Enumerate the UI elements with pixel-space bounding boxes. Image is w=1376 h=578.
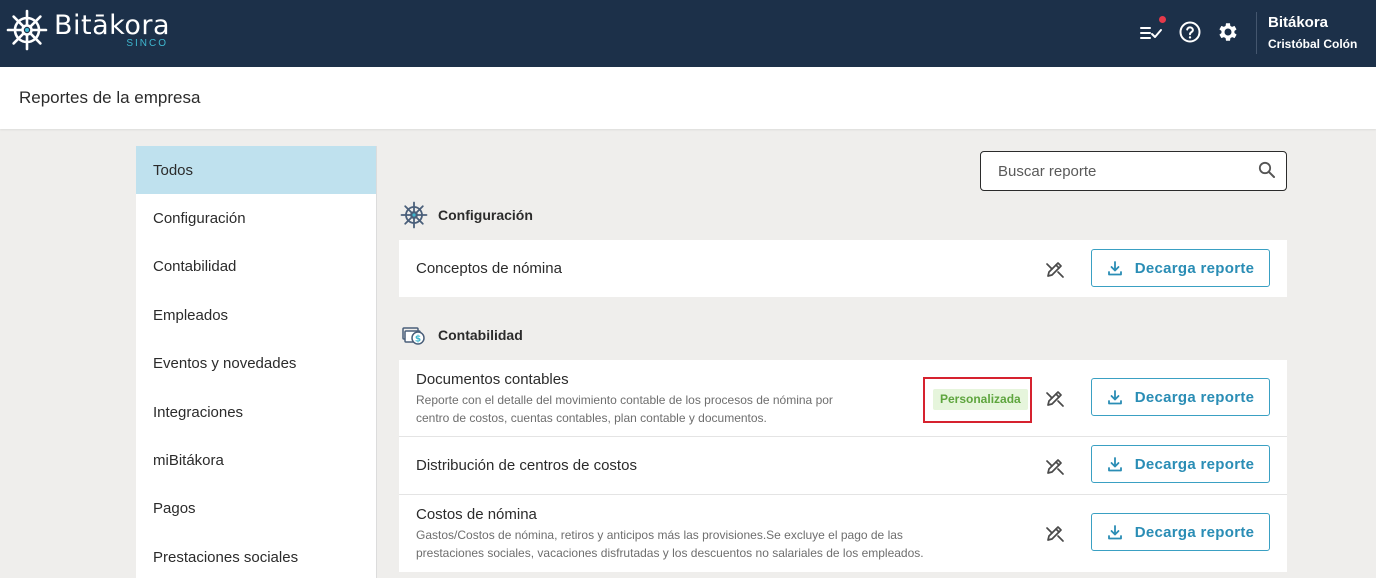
sidebar-item-todos[interactable]: Todos bbox=[136, 146, 376, 195]
download-report-button[interactable]: Decarga reporte bbox=[1091, 445, 1270, 483]
sidebar-item-pagos[interactable]: Pagos bbox=[136, 485, 376, 533]
report-description-line: Reporte con el detalle del movimiento co… bbox=[416, 393, 833, 407]
sidebar-item-contabilidad[interactable]: Contabilidad bbox=[136, 243, 376, 291]
report-card-contabilidad: Documentos contables Reporte con el deta… bbox=[399, 360, 1287, 572]
page-title: Reportes de la empresa bbox=[19, 88, 201, 107]
badge-highlight: Personalizada bbox=[923, 377, 1032, 423]
report-row: Documentos contables Reporte con el deta… bbox=[399, 360, 1287, 437]
report-title: Costos de nómina bbox=[416, 506, 537, 523]
sidebar-item-integraciones[interactable]: Integraciones bbox=[136, 388, 376, 436]
report-description: Reporte con el detalle del movimiento co… bbox=[416, 391, 916, 427]
report-card-configuracion: Conceptos de nómina Decarga reporte bbox=[399, 240, 1287, 297]
money-icon: $ bbox=[402, 327, 425, 345]
report-title: Distribución de centros de costos bbox=[416, 457, 637, 474]
user-app-name: Bitákora bbox=[1268, 14, 1329, 31]
category-sidebar: Todos Configuración Contabilidad Emplead… bbox=[136, 146, 377, 578]
report-description-line: prestaciones sociales, vacaciones disfru… bbox=[416, 546, 924, 560]
notification-dot bbox=[1159, 16, 1166, 23]
edit-icon[interactable] bbox=[1045, 388, 1065, 408]
report-description: Gastos/Costos de nómina, retiros y antic… bbox=[416, 526, 1036, 562]
report-title: Documentos contables bbox=[416, 371, 569, 388]
section-title-configuracion: Configuración bbox=[438, 207, 533, 223]
help-icon[interactable] bbox=[1178, 20, 1202, 44]
download-report-button[interactable]: Decarga reporte bbox=[1091, 513, 1270, 551]
section-title-contabilidad: Contabilidad bbox=[438, 327, 523, 343]
sidebar-item-empleados[interactable]: Empleados bbox=[136, 291, 376, 339]
edit-icon[interactable] bbox=[1045, 259, 1065, 279]
sidebar-item-prestaciones[interactable]: Prestaciones sociales bbox=[136, 533, 376, 578]
download-button-label: Decarga reporte bbox=[1134, 523, 1255, 541]
tasks-icon[interactable] bbox=[1139, 20, 1163, 44]
wheel-icon bbox=[400, 201, 428, 229]
sidebar-item-mibitakora[interactable]: miBitákora bbox=[136, 436, 376, 484]
download-icon bbox=[1107, 261, 1122, 276]
report-row: Distribución de centros de costos Decarg… bbox=[399, 437, 1287, 495]
search-input[interactable] bbox=[982, 153, 1242, 189]
report-row: Costos de nómina Gastos/Costos de nómina… bbox=[399, 495, 1287, 572]
search-icon[interactable] bbox=[1258, 161, 1276, 179]
report-title: Conceptos de nómina bbox=[416, 260, 562, 277]
report-description-line: centro de costos, cuentas contables, pla… bbox=[416, 411, 767, 425]
page-header: Reportes de la empresa bbox=[0, 67, 1376, 129]
top-bar: Bitākora SINCO Bitákora Cristóbal Colón bbox=[0, 0, 1376, 67]
download-report-button[interactable]: Decarga reporte bbox=[1091, 378, 1270, 416]
status-badge: Personalizada bbox=[933, 389, 1028, 410]
user-info[interactable]: Bitákora Cristóbal Colón bbox=[1268, 14, 1357, 52]
logo[interactable]: Bitākora SINCO bbox=[6, 9, 170, 51]
download-icon bbox=[1107, 457, 1122, 472]
edit-icon[interactable] bbox=[1045, 523, 1065, 543]
logo-name: Bitākora bbox=[54, 10, 170, 41]
edit-icon[interactable] bbox=[1045, 456, 1065, 476]
download-button-label: Decarga reporte bbox=[1134, 388, 1255, 406]
ship-wheel-icon bbox=[6, 9, 48, 51]
download-button-label: Decarga reporte bbox=[1134, 259, 1255, 277]
gear-icon[interactable] bbox=[1216, 20, 1240, 44]
user-name: Cristóbal Colón bbox=[1268, 37, 1358, 51]
report-row: Conceptos de nómina Decarga reporte bbox=[399, 240, 1287, 297]
search-box bbox=[980, 151, 1287, 191]
section-header-configuracion: Configuración bbox=[400, 201, 533, 229]
download-icon bbox=[1107, 390, 1122, 405]
topbar-divider bbox=[1256, 12, 1257, 54]
report-description-line: Gastos/Costos de nómina, retiros y antic… bbox=[416, 528, 903, 542]
svg-text:$: $ bbox=[415, 335, 421, 345]
sidebar-item-eventos[interactable]: Eventos y novedades bbox=[136, 340, 376, 388]
sidebar-item-configuracion[interactable]: Configuración bbox=[136, 194, 376, 242]
download-icon bbox=[1107, 525, 1122, 540]
section-header-contabilidad: $ Contabilidad bbox=[400, 321, 523, 349]
download-report-button[interactable]: Decarga reporte bbox=[1091, 249, 1270, 287]
download-button-label: Decarga reporte bbox=[1134, 455, 1255, 473]
